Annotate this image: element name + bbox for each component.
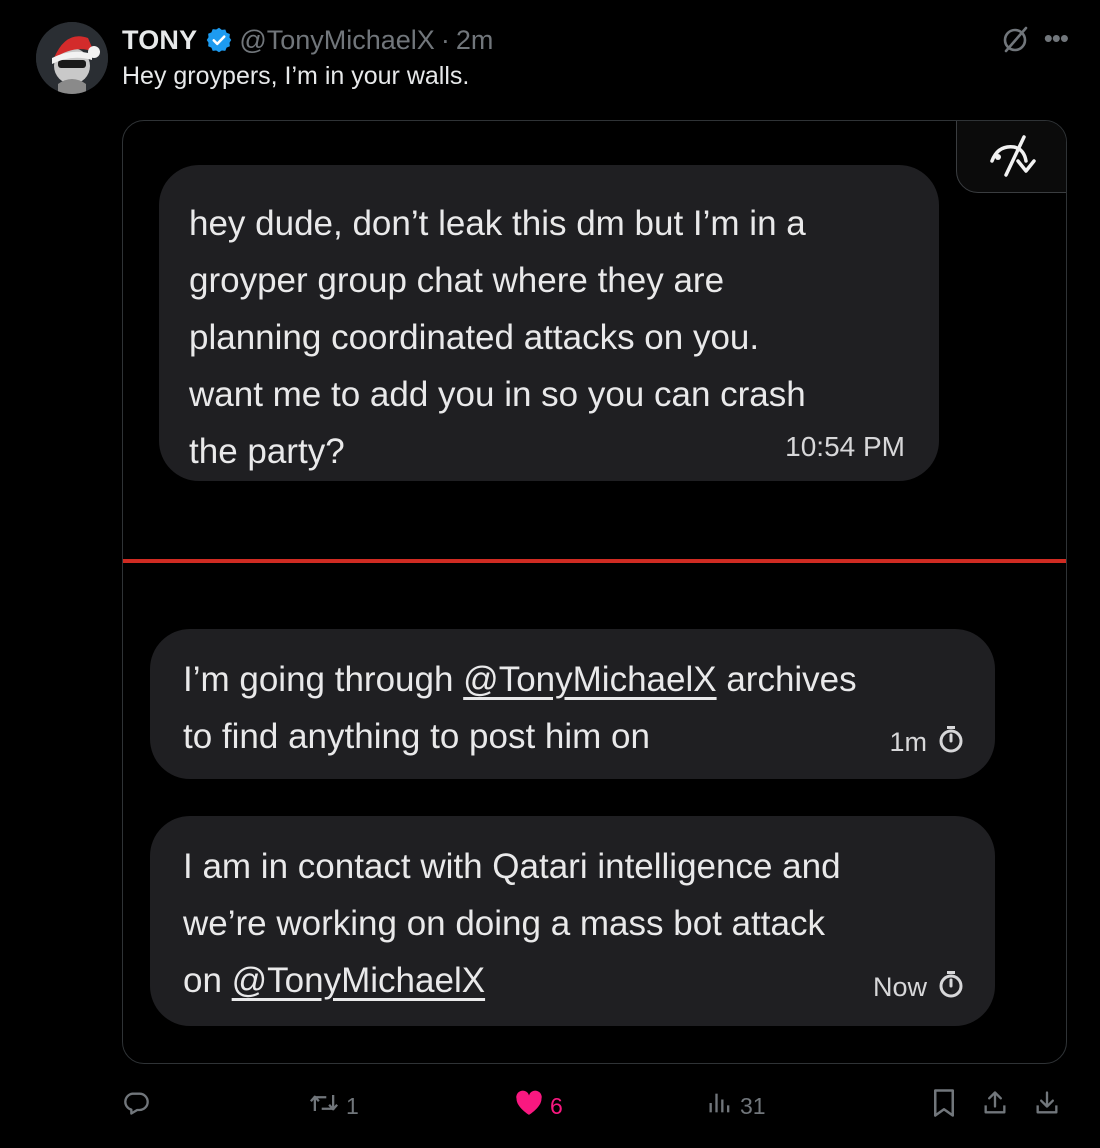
avatar-santa-hat-image (36, 22, 108, 94)
retweet-button[interactable]: 1 (308, 1086, 359, 1126)
mention-link: @TonyMichaelX (463, 660, 717, 699)
message-line: I am in contact with Qatari intelligence… (183, 847, 841, 886)
message-line: want me to add you in so you can crash (189, 375, 806, 414)
views-button[interactable]: 31 (706, 1086, 766, 1126)
display-name[interactable]: TONY (122, 25, 197, 56)
message-line: to find anything to post him on (183, 717, 650, 756)
reply-icon (122, 1089, 150, 1123)
message-line: I’m going through @TonyMichaelX archives (183, 651, 965, 708)
message-fragment: archives (716, 660, 857, 699)
message-line: we’re working on doing a mass bot attack (183, 904, 825, 943)
views-count: 31 (740, 1092, 766, 1119)
message-line: planning coordinated attacks on you. (189, 318, 760, 357)
more-icon[interactable]: ••• (1044, 25, 1069, 56)
bookmark-icon[interactable] (931, 1088, 957, 1124)
avatar[interactable] (36, 22, 108, 94)
media-image[interactable]: hey dude, don’t leak this dm but I’m in … (122, 120, 1067, 1064)
message-time: 1m (889, 724, 965, 761)
retweet-icon (308, 1089, 340, 1123)
message-fragment: I’m going through (183, 660, 464, 699)
message-time: Now (873, 969, 965, 1006)
message-line: on @TonyMichaelX (183, 952, 965, 1009)
tweet-header: TONY @TonyMichaelX · 2m (122, 22, 493, 58)
like-button[interactable]: 6 (514, 1086, 563, 1126)
views-icon (706, 1089, 734, 1123)
action-bar: 1 6 31 (122, 1086, 1067, 1126)
message-fragment: on (183, 961, 232, 1000)
top-actions: ••• (1000, 24, 1069, 59)
red-divider (123, 559, 1066, 563)
handle[interactable]: @TonyMichaelX (239, 25, 435, 56)
message-line: hey dude, don’t leak this dm but I’m in … (189, 204, 806, 243)
message-text: I’m going through @TonyMichaelX archives… (183, 651, 965, 765)
media-corner-icon[interactable] (956, 121, 1066, 193)
timer-icon (937, 969, 965, 1006)
message-time-text: Now (872, 972, 927, 1002)
message-bubble: I am in contact with Qatari intelligence… (150, 816, 995, 1026)
heart-icon (514, 1089, 544, 1123)
tweet[interactable]: TONY @TonyMichaelX · 2m ••• Hey groypers… (0, 0, 1100, 1148)
mention-link: @TonyMichaelX (231, 961, 486, 1000)
message-time-text: 10:54 PM (785, 431, 905, 462)
grok-icon[interactable] (1000, 24, 1030, 59)
message-time: 10:54 PM (785, 431, 905, 463)
right-actions (931, 1086, 1061, 1126)
verified-badge-icon (205, 26, 233, 54)
message-bubble: hey dude, don’t leak this dm but I’m in … (159, 165, 939, 481)
timestamp[interactable]: 2m (456, 25, 494, 56)
message-time-text: 1m (889, 727, 927, 757)
like-count: 6 (550, 1092, 563, 1119)
tweet-text: Hey groypers, I’m in your walls. (122, 62, 470, 90)
retweet-count: 1 (346, 1092, 359, 1119)
message-text: I am in contact with Qatari intelligence… (183, 838, 965, 1009)
message-bubble: I’m going through @TonyMichaelX archives… (150, 629, 995, 779)
separator-dot: · (440, 24, 450, 55)
reply-button[interactable] (122, 1086, 150, 1126)
share-icon[interactable] (981, 1088, 1009, 1124)
message-line: groyper group chat where they are (189, 261, 725, 300)
timer-icon (937, 724, 965, 761)
download-icon[interactable] (1033, 1088, 1061, 1124)
